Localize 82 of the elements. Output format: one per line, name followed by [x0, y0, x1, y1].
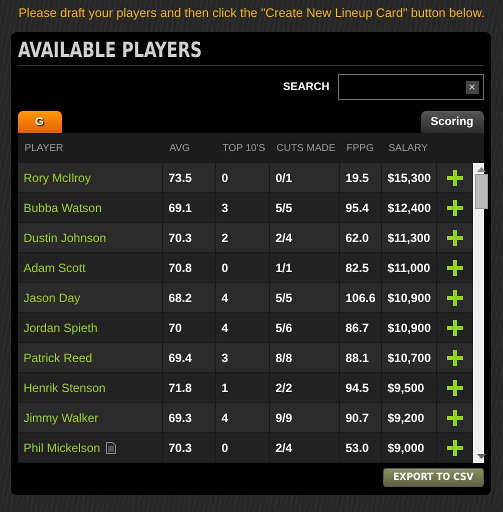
table-cell: 9/9: [270, 403, 340, 433]
table-cell: $11,300: [382, 223, 436, 253]
add-player-button[interactable]: [436, 403, 472, 433]
table-cell: 95.4: [340, 193, 382, 223]
plus-icon: [446, 260, 462, 276]
table-cell: 69.4: [162, 343, 216, 373]
add-player-button[interactable]: [436, 313, 472, 343]
table-cell: 0: [216, 253, 270, 283]
add-player-button[interactable]: [436, 223, 472, 253]
table-cell: 5/5: [270, 283, 340, 313]
export-button[interactable]: EXPORT TO CSV: [383, 468, 484, 487]
table-cell: $9,200: [382, 403, 436, 433]
table-cell: 8/8: [270, 343, 340, 373]
table-cell: 68.2: [162, 283, 216, 313]
table-cell: $10,900: [382, 283, 436, 313]
table-cell: 86.7: [340, 313, 382, 343]
table-cell: 2/4: [270, 223, 340, 253]
plus-icon: [446, 380, 462, 396]
table-cell: 1/1: [270, 253, 340, 283]
table-cell: 70.8: [162, 253, 216, 283]
plus-icon: [446, 290, 462, 306]
plus-icon: [446, 350, 462, 366]
table-cell: $12,400: [382, 193, 436, 223]
add-player-button[interactable]: [436, 373, 472, 403]
table-cell: $15,300: [382, 163, 436, 193]
table-cell: 5/6: [270, 313, 340, 343]
table-cell: 2/4: [270, 433, 340, 463]
search-field[interactable]: ×: [338, 74, 484, 100]
table-cell: 90.7: [340, 403, 382, 433]
table-cell: 0/1: [270, 163, 340, 193]
table-cell: 88.1: [340, 343, 382, 373]
table-cell: 19.5: [340, 163, 382, 193]
plus-icon: [446, 230, 462, 246]
plus-icon: [446, 440, 462, 456]
table-cell: 70.3: [162, 433, 216, 463]
table-cell: 71.8: [162, 373, 216, 403]
table-cell: 4: [216, 403, 270, 433]
table-cell: 73.5: [162, 163, 216, 193]
add-player-button[interactable]: [436, 163, 472, 193]
table-cell: 5/5: [270, 193, 340, 223]
scoring-button[interactable]: Scoring: [420, 111, 484, 133]
table-cell: 106.6: [340, 283, 382, 313]
table-cell: 0: [216, 433, 270, 463]
table-cell: 3: [216, 343, 270, 373]
scroll-up-icon[interactable]: [476, 167, 486, 172]
table-cell: 82.5: [340, 253, 382, 283]
table-cell: 1: [216, 373, 270, 403]
panel-title: AVAILABLE PLAYERS: [18, 38, 202, 62]
player-name[interactable]: Jason Day: [24, 290, 80, 304]
scroll-down-icon[interactable]: [476, 454, 486, 459]
table-cell: 0: [216, 163, 270, 193]
table-cell: 94.5: [340, 373, 382, 403]
add-player-button[interactable]: [436, 343, 472, 373]
table-cell: $10,900: [382, 313, 436, 343]
table-cell: 2/2: [270, 373, 340, 403]
table-cell: 53.0: [340, 433, 382, 463]
table-cell: 69.1: [162, 193, 216, 223]
table-cell: 70: [162, 313, 216, 343]
table-cell: 69.3: [162, 403, 216, 433]
table-cell: 62.0: [340, 223, 382, 253]
table-cell: $9,500: [382, 373, 436, 403]
plus-icon: [446, 410, 462, 426]
plus-icon: [446, 170, 462, 186]
table-cell: 70.3: [162, 223, 216, 253]
document-icon[interactable]: [106, 442, 116, 454]
add-player-button[interactable]: [436, 253, 472, 283]
table-cell: $9,000: [382, 433, 436, 463]
table-cell: 4: [216, 313, 270, 343]
table-cell: $11,000: [382, 253, 436, 283]
search-label: SEARCH: [283, 81, 330, 93]
add-player-button[interactable]: [436, 193, 472, 223]
table-cell: 2: [216, 223, 270, 253]
plus-icon: [446, 200, 462, 216]
add-player-button[interactable]: [436, 433, 472, 463]
scroll-thumb[interactable]: [474, 174, 488, 209]
table-cell: $10,700: [382, 343, 436, 373]
instruction-text: Please draft your players and then click the "Create New Lineup Card" button below.: [18, 6, 485, 22]
table-cell: 4: [216, 283, 270, 313]
table-cell: 3: [216, 193, 270, 223]
add-player-button[interactable]: [436, 283, 472, 313]
plus-icon: [446, 320, 462, 336]
clear-button[interactable]: ×: [466, 80, 478, 94]
